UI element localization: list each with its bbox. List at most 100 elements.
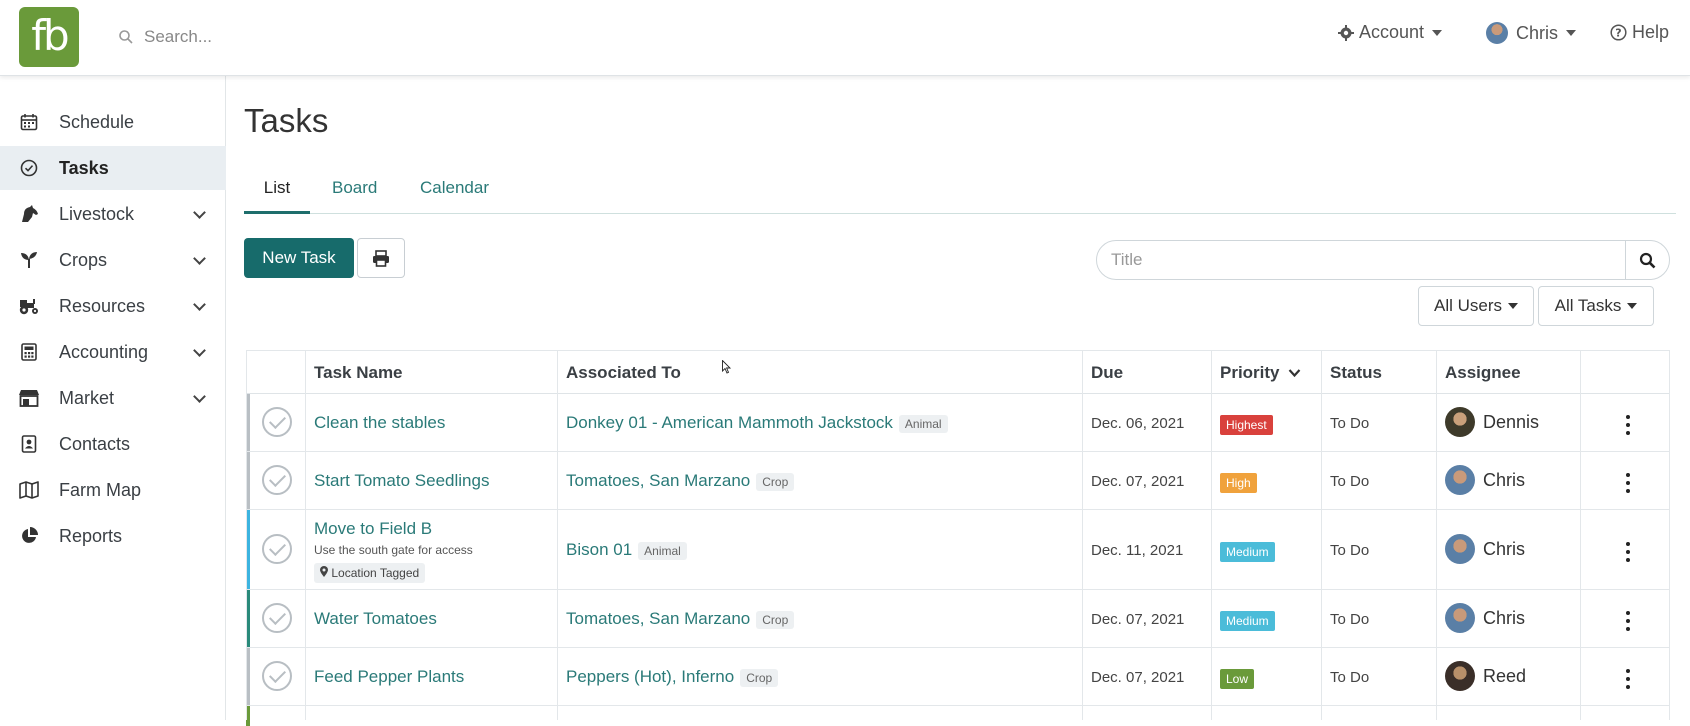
more-actions-icon[interactable] — [1626, 542, 1630, 562]
complete-task-checkbox[interactable] — [262, 661, 292, 691]
associated-type-tag: Crop — [756, 472, 795, 491]
column-header-due[interactable]: Due — [1091, 363, 1123, 383]
chevron-down-icon — [193, 298, 206, 311]
title-search-button[interactable] — [1625, 241, 1669, 279]
pie-chart-icon — [18, 525, 40, 547]
tab-list[interactable]: List — [244, 164, 310, 214]
tractor-icon — [18, 295, 40, 317]
priority-badge: Low — [1220, 669, 1255, 689]
chevron-down-icon — [193, 390, 206, 403]
complete-task-checkbox[interactable] — [262, 465, 292, 495]
sidebar-item-resources[interactable]: Resources — [0, 284, 226, 328]
table-row[interactable]: Clean the stables Donkey 01 - American M… — [246, 394, 1670, 452]
associated-cell: Tomatoes, San Marzano Crop — [566, 471, 795, 491]
check-circle-icon — [18, 157, 40, 179]
sidebar-item-contacts[interactable]: Contacts — [0, 422, 226, 466]
sidebar-item-label: Market — [59, 387, 115, 408]
associated-cell: Bison 01 Animal — [566, 540, 687, 560]
task-name-link[interactable]: Water Tomatoes — [314, 609, 437, 629]
column-header-assignee[interactable]: Assignee — [1445, 363, 1521, 383]
title-search[interactable] — [1096, 240, 1670, 280]
global-search[interactable] — [118, 22, 538, 52]
sidebar-item-label: Tasks — [59, 157, 109, 178]
sidebar-item-schedule[interactable]: Schedule — [0, 100, 226, 144]
task-name-link[interactable]: Feed Pepper Plants — [314, 667, 464, 687]
column-header-associated-to[interactable]: Associated To — [566, 363, 681, 383]
sidebar-item-label: Contacts — [59, 433, 131, 454]
sidebar-item-livestock[interactable]: Livestock — [0, 192, 226, 236]
account-label: Account — [1359, 22, 1425, 42]
assignee-name: Chris — [1483, 607, 1526, 628]
print-button[interactable] — [357, 238, 405, 278]
associated-link[interactable]: Donkey 01 - American Mammoth Jackstock — [566, 413, 893, 432]
avatar — [1445, 661, 1475, 691]
caret-down-icon — [1508, 303, 1518, 309]
help-link[interactable]: ? Help — [1610, 22, 1669, 43]
assignee: Chris — [1445, 465, 1525, 495]
sidebar-item-tasks[interactable]: Tasks — [0, 146, 226, 190]
chevron-down-icon — [1288, 369, 1301, 378]
complete-task-checkbox[interactable] — [262, 407, 292, 437]
complete-task-checkbox[interactable] — [262, 534, 292, 564]
sidebar-item-label: Crops — [59, 249, 108, 270]
more-actions-icon[interactable] — [1626, 415, 1630, 435]
store-icon — [18, 387, 40, 409]
task-name-link[interactable]: Start Tomato Seedlings — [314, 471, 489, 491]
priority-cell: High — [1220, 472, 1257, 493]
tab-calendar[interactable]: Calendar — [420, 164, 489, 214]
due-date: Dec. 07, 2021 — [1091, 669, 1185, 686]
status-text: To Do — [1330, 611, 1370, 628]
more-actions-icon[interactable] — [1626, 669, 1630, 689]
priority-badge: Medium — [1220, 542, 1275, 562]
table-row[interactable]: Water Tomatoes Tomatoes, San Marzano Crop… — [246, 590, 1670, 648]
address-book-icon — [18, 433, 40, 455]
associated-cell: Donkey 01 - American Mammoth Jackstock An… — [566, 413, 948, 433]
sidebar-item-crops[interactable]: Crops — [0, 238, 226, 282]
table-row[interactable] — [246, 706, 1670, 726]
sidebar-item-label: Schedule — [59, 111, 135, 132]
column-header-priority[interactable]: Priority — [1220, 363, 1301, 383]
associated-link[interactable]: Peppers (Hot), Inferno — [566, 667, 734, 686]
users-filter-dropdown[interactable]: All Users — [1418, 286, 1534, 326]
associated-link[interactable]: Bison 01 — [566, 540, 632, 559]
associated-link[interactable]: Tomatoes, San Marzano — [566, 609, 750, 628]
tasks-filter-dropdown[interactable]: All Tasks — [1538, 286, 1654, 326]
caret-down-icon — [1627, 303, 1638, 309]
column-divider — [305, 350, 306, 720]
more-actions-icon[interactable] — [1626, 611, 1630, 631]
chevron-down-icon — [193, 252, 206, 265]
title-search-input[interactable] — [1111, 250, 1611, 270]
column-header-status[interactable]: Status — [1330, 363, 1382, 383]
user-menu[interactable]: Chris — [1486, 22, 1577, 44]
column-header-task-name[interactable]: Task Name — [314, 363, 403, 383]
status-text: To Do — [1330, 473, 1370, 490]
avatar — [1445, 465, 1475, 495]
due-date: Dec. 11, 2021 — [1091, 542, 1184, 559]
column-divider — [1436, 350, 1437, 720]
global-search-input[interactable] — [144, 27, 524, 47]
task-name-link[interactable]: Move to Field B — [314, 519, 473, 539]
table-row[interactable]: Move to Field B Use the south gate for a… — [246, 510, 1670, 590]
search-icon — [119, 30, 133, 44]
associated-link[interactable]: Tomatoes, San Marzano — [566, 471, 750, 490]
farmbrite-logo[interactable]: fb — [19, 7, 79, 67]
sidebar-item-market[interactable]: Market — [0, 376, 226, 420]
sidebar-item-accounting[interactable]: Accounting — [0, 330, 226, 374]
associated-type-tag: Crop — [740, 668, 779, 687]
column-divider — [557, 350, 558, 720]
map-marker-icon — [320, 566, 328, 577]
table-row[interactable]: Start Tomato Seedlings Tomatoes, San Mar… — [246, 452, 1670, 510]
caret-down-icon — [1432, 29, 1443, 36]
priority-badge: High — [1220, 473, 1257, 493]
account-menu[interactable]: Account — [1338, 22, 1443, 43]
sidebar-item-reports[interactable]: Reports — [0, 514, 226, 558]
sidebar-item-farm-map[interactable]: Farm Map — [0, 468, 226, 512]
new-task-button[interactable]: New Task — [244, 238, 354, 278]
sidebar-item-label: Farm Map — [59, 479, 142, 500]
task-name-link[interactable]: Clean the stables — [314, 413, 445, 433]
tab-board[interactable]: Board — [332, 164, 377, 214]
complete-task-checkbox[interactable] — [262, 603, 292, 633]
table-row[interactable]: Feed Pepper Plants Peppers (Hot), Infern… — [246, 648, 1670, 706]
priority-cell: Low — [1220, 668, 1255, 689]
more-actions-icon[interactable] — [1626, 473, 1630, 493]
